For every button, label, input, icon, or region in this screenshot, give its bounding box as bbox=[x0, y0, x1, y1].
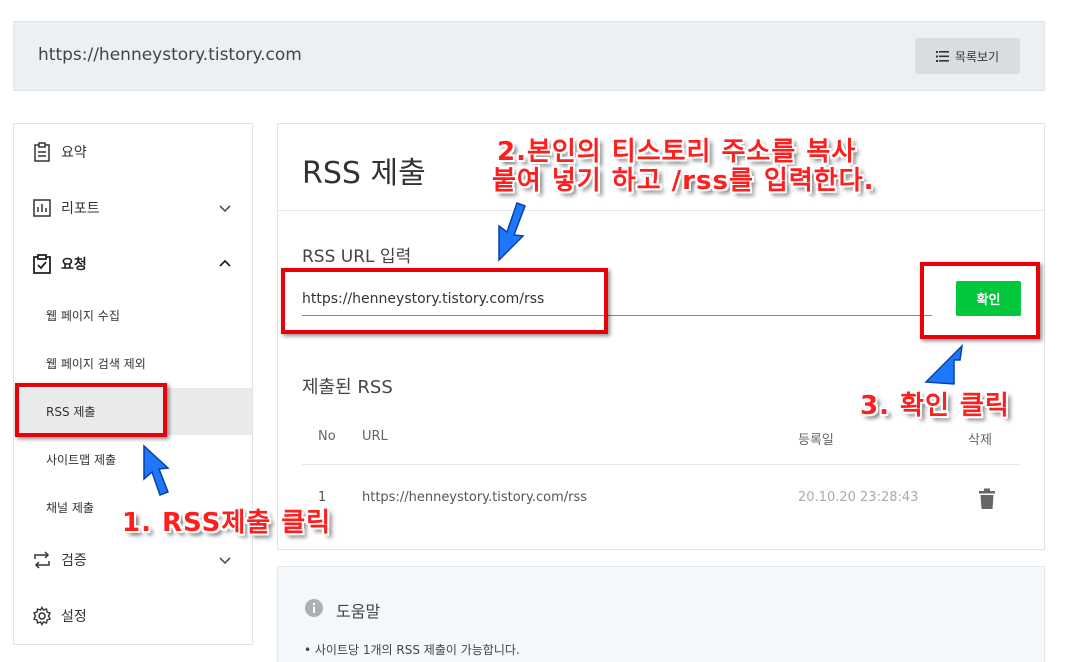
site-url-bar: https://henneystory.tistory.com 목록보기 bbox=[13, 21, 1045, 91]
sidebar-item-label: 요약 bbox=[61, 145, 87, 161]
sidebar-subitem-label: 웹 페이지 검색 제외 bbox=[46, 357, 146, 371]
sidebar-item-label: 리포트 bbox=[61, 201, 100, 217]
sidebar-item-verify[interactable]: 검증 bbox=[14, 540, 252, 580]
sidebar-item-report[interactable]: 리포트 bbox=[14, 188, 252, 228]
bar-chart-icon bbox=[33, 199, 51, 217]
help-panel: 도움말 • 사이트당 1개의 RSS 제출이 가능합니다. bbox=[277, 566, 1045, 662]
clipboard-icon bbox=[34, 142, 50, 162]
divider bbox=[278, 210, 1044, 211]
highlight-url-input bbox=[281, 268, 608, 334]
sidebar-item-label: 설정 bbox=[61, 609, 87, 625]
table-header-divider bbox=[302, 464, 1021, 465]
sidebar-item-summary[interactable]: 요약 bbox=[14, 132, 252, 172]
submitted-rss-title: 제출된 RSS bbox=[302, 377, 393, 398]
arrow-icon bbox=[498, 202, 526, 262]
chevron-down-icon bbox=[219, 205, 231, 213]
table-cell-no: 1 bbox=[318, 490, 327, 505]
arrow-icon bbox=[143, 444, 170, 496]
annotation-step3: 3. 확인 클릭 bbox=[860, 391, 1010, 421]
rss-url-label: RSS URL 입력 bbox=[302, 247, 412, 267]
sidebar-item-settings[interactable]: 설정 bbox=[14, 596, 252, 636]
sidebar-subitem-label: 웹 페이지 수집 bbox=[46, 309, 120, 323]
table-cell-url: https://henneystory.tistory.com/rss bbox=[362, 490, 588, 505]
sidebar-subitem-sitemap-submit[interactable]: 사이트맵 제출 bbox=[14, 436, 252, 483]
repeat-icon bbox=[34, 551, 50, 569]
highlight-confirm-button bbox=[920, 262, 1040, 339]
chevron-up-icon bbox=[219, 259, 231, 267]
info-icon bbox=[305, 599, 323, 617]
sidebar-item-label: 요청 bbox=[61, 257, 87, 273]
annotation-step2-line2: 붙여 넣기 하고 /rss를 입력한다. bbox=[492, 166, 875, 196]
chevron-down-icon bbox=[219, 557, 231, 565]
help-text: • 사이트당 1개의 RSS 제출이 가능합니다. bbox=[304, 643, 520, 657]
sidebar-item-label: 검증 bbox=[61, 553, 87, 569]
annotation-step1: 1. RSS제출 클릭 bbox=[122, 508, 332, 538]
column-header-date: 등록일 bbox=[798, 433, 834, 448]
page-title: RSS 제출 bbox=[302, 156, 426, 191]
column-header-no: No bbox=[318, 429, 336, 444]
sidebar-subitem-web-page-collect[interactable]: 웹 페이지 수집 bbox=[14, 292, 252, 339]
list-icon bbox=[935, 50, 949, 62]
gear-icon bbox=[33, 606, 51, 626]
column-header-delete: 삭제 bbox=[968, 433, 992, 448]
trash-icon[interactable] bbox=[978, 488, 996, 510]
arrow-icon bbox=[924, 344, 964, 385]
highlight-rss-submit bbox=[15, 383, 167, 437]
annotation-step2-line1: 2.본인의 티스토리 주소를 복사 bbox=[497, 137, 857, 167]
sidebar-subitem-label: 채널 제출 bbox=[46, 501, 94, 515]
site-url: https://henneystory.tistory.com bbox=[38, 45, 302, 65]
list-view-label: 목록보기 bbox=[954, 49, 1000, 64]
sidebar-item-request[interactable]: 요청 bbox=[14, 244, 252, 284]
list-view-button[interactable]: 목록보기 bbox=[915, 38, 1020, 74]
table-cell-date: 20.10.20 23:28:43 bbox=[798, 490, 919, 505]
sidebar-subitem-web-page-exclude[interactable]: 웹 페이지 검색 제외 bbox=[14, 340, 252, 387]
sidebar-subitem-label: 사이트맵 제출 bbox=[46, 453, 117, 467]
column-header-url: URL bbox=[362, 429, 388, 444]
help-title: 도움말 bbox=[336, 602, 381, 621]
clipboard-check-icon bbox=[33, 254, 51, 274]
